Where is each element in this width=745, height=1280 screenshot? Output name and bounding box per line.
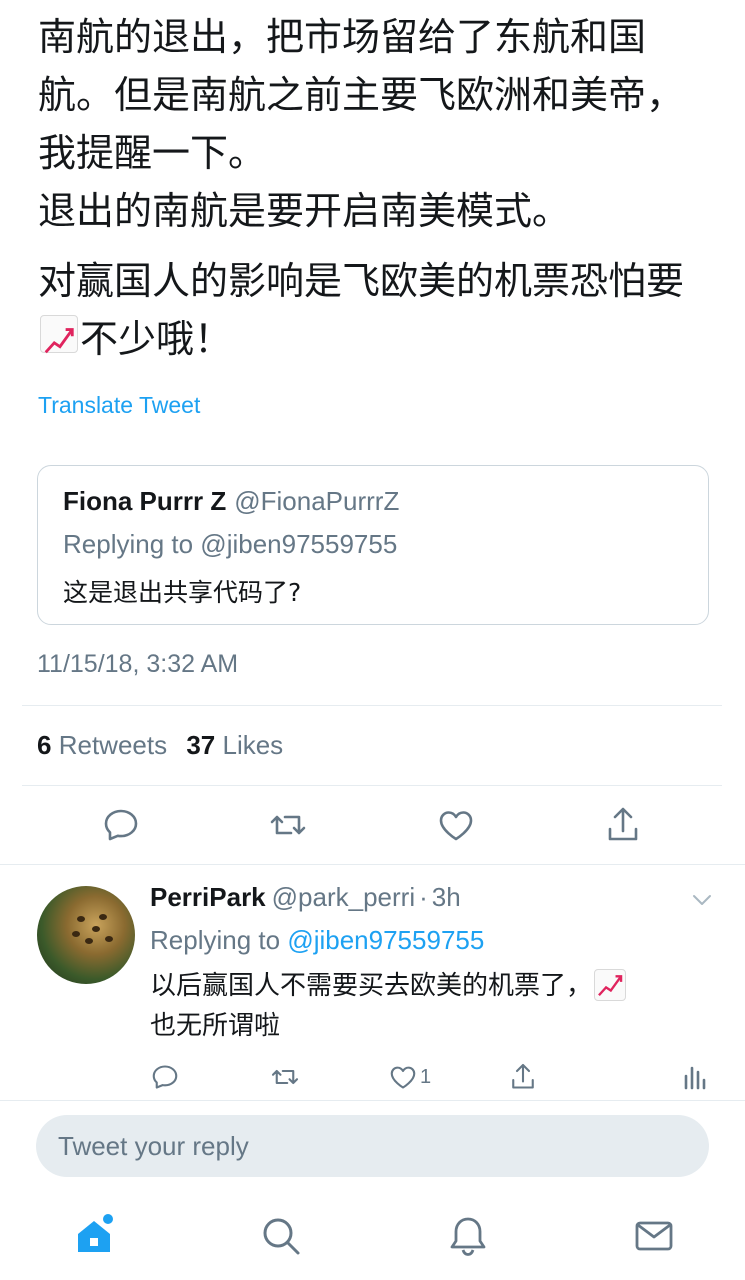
likes-count[interactable]: 37 [186, 730, 215, 760]
quoted-author-handle: @FionaPurrrZ [234, 486, 400, 516]
tweet-reply-input[interactable] [36, 1115, 709, 1177]
tweet-paragraph-1-line4: 退出的南航是要开启南美模式。 [38, 189, 571, 233]
tweet-paragraph-1-text: 南航的退出，把市场留给了东航和国航。但是南航之前主要飞欧洲和美帝，我提醒一下。 [38, 15, 685, 175]
divider [22, 785, 722, 786]
reply-retweet-button[interactable] [270, 1062, 300, 1092]
reply-author-handle: @park_perri [271, 882, 416, 912]
reply-time: 3h [431, 882, 461, 912]
likes-label[interactable]: Likes [222, 730, 283, 760]
tweet-timestamp: 11/15/18, 3:32 AM [37, 650, 239, 678]
retweets-count[interactable]: 6 [37, 730, 51, 760]
retweets-label[interactable]: Retweets [59, 730, 167, 760]
tweet-paragraph-1: 南航的退出，把市场留给了东航和国航。但是南航之前主要飞欧洲和美帝，我提醒一下。 … [38, 8, 718, 240]
translate-tweet-link[interactable]: Translate Tweet [38, 392, 200, 419]
tweet-paragraph-2-before: 对赢国人的影响是飞欧美的机票恐怕要 [38, 259, 685, 303]
retweet-button[interactable] [268, 805, 308, 845]
reply-share-button[interactable] [508, 1062, 538, 1092]
quoted-author-name: Fiona Purrr Z [63, 486, 227, 516]
share-button[interactable] [603, 805, 643, 845]
reply-text-before: 以后赢国人不需要买去欧美的机票了， [150, 971, 593, 1001]
reply-button[interactable] [101, 805, 141, 845]
replying-to-prefix: Replying to [150, 925, 281, 955]
retweet-icon [270, 815, 306, 835]
reply-text-after: 也无所谓啦 [150, 1011, 281, 1041]
avatar[interactable] [37, 886, 135, 984]
quoted-tweet-text: 这是退出共享代码了? [63, 578, 302, 607]
reply-analytics-button[interactable] [680, 1062, 710, 1092]
like-button[interactable] [436, 805, 476, 845]
divider [0, 864, 745, 865]
quoted-tweet-header: Fiona Purrr Z @FionaPurrrZ [63, 486, 399, 517]
reply-separator: · [419, 882, 428, 912]
quoted-tweet-card[interactable]: Fiona Purrr Z @FionaPurrrZ Replying to @j… [37, 465, 709, 625]
search-icon [263, 1218, 300, 1255]
tweet-paragraph-2: 对赢国人的影响是飞欧美的机票恐怕要不少哦！ [38, 252, 718, 368]
nav-messages[interactable] [632, 1214, 676, 1258]
share-icon [512, 1063, 534, 1089]
reply-reply-button[interactable] [150, 1062, 180, 1092]
tweet-paragraph-2-after: 不少哦！ [80, 317, 233, 361]
reply-header: PerriPark @park_perri · 3h [150, 882, 461, 913]
retweet-icon [271, 1069, 299, 1085]
nav-home[interactable] [72, 1214, 116, 1258]
reply-like-count: 1 [420, 1065, 432, 1088]
chart-increasing-emoji-icon [594, 969, 627, 1001]
quoted-replying-to: Replying to @jiben97559755 [63, 529, 398, 559]
tweet-stats: 6 Retweets 37 Likes [37, 730, 295, 761]
replying-to-handle-link[interactable]: @jiben97559755 [287, 925, 484, 955]
reply-replying-to: Replying to @jiben97559755 [150, 925, 484, 956]
divider [22, 705, 722, 706]
notifications-icon [450, 1217, 486, 1256]
like-icon [390, 1066, 416, 1089]
analytics-icon [684, 1066, 706, 1090]
home-icon [78, 1214, 113, 1252]
share-icon [608, 807, 638, 841]
tweet-text: 南航的退出，把市场留给了东航和国航。但是南航之前主要飞欧洲和美帝，我提醒一下。 … [38, 8, 718, 368]
divider [0, 1100, 745, 1101]
nav-notifications[interactable] [446, 1214, 490, 1258]
reply-author-name[interactable]: PerriPark [150, 882, 266, 912]
reply-icon [152, 1065, 178, 1089]
nav-search[interactable] [259, 1214, 303, 1258]
like-icon [439, 811, 473, 841]
reply-text: 以后赢国人不需要买去欧美的机票了， 也无所谓啦 [150, 966, 710, 1046]
messages-icon [635, 1221, 673, 1251]
chart-increasing-emoji-icon [40, 315, 78, 354]
chevron-down-icon[interactable] [690, 888, 714, 912]
reply-icon [104, 809, 138, 841]
reply-like-button[interactable]: 1 [388, 1062, 431, 1092]
